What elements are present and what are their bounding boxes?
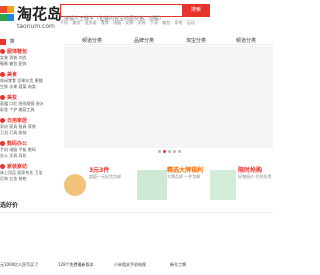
hotword-link[interactable]: 家电 (175, 20, 183, 25)
carousel-dot[interactable] (178, 150, 181, 153)
hotword-link[interactable]: 男装 (138, 20, 146, 25)
category-icon (0, 141, 5, 146)
category-sidebar: 服饰鞋包 女装 男装 内衣 鞋靴 箱包 配饰 美食 休闲零食 坚果炒货 果脯 生… (0, 48, 58, 198)
promo-card[interactable]: 3元3件 超值一元好货包邮 (64, 162, 121, 204)
hotword-link[interactable]: 手表 (150, 20, 158, 25)
promo-card[interactable]: 精选大牌福利 大牌品质 一件包邮 (137, 162, 203, 204)
site-header: 淘花岛 taonum.com 搜索 手机 美妆 连衣裙 零食 电脑 女装 男装 … (0, 0, 273, 36)
promo-subtitle: 好物低价 先到先得 (238, 174, 272, 179)
product-title[interactable]: 小米相关手机电视 (114, 262, 168, 267)
category-sub[interactable]: 卫浴 灯具 收纳 (0, 130, 58, 136)
category-icon (0, 118, 5, 123)
category-item[interactable]: 日用家居 家纺 家具 厨具 家装 卫浴 灯具 收纳 (0, 117, 58, 136)
promo-image (137, 170, 167, 200)
hero-banner[interactable] (64, 46, 273, 148)
section-title: 选好价 (0, 202, 19, 209)
tab-taobao[interactable]: 淘宝分类 (186, 37, 206, 44)
category-bar-label: 类 (9, 39, 15, 45)
hotword-link[interactable]: 美妆 (72, 20, 80, 25)
logo-name[interactable]: 淘花岛 (17, 3, 62, 24)
category-sub[interactable]: 灯饰 五金 装修 (0, 176, 58, 182)
promo-title: 3元3件 (89, 167, 110, 174)
category-item[interactable]: 家装家纺 床上用品 居家布艺 卫浴 灯饰 五金 装修 (0, 163, 58, 182)
carousel-dot-active[interactable] (163, 150, 166, 153)
promo-card[interactable]: 限时抢购 好物低价 先到先得 (210, 162, 271, 204)
category-name[interactable]: 日用家居 (7, 117, 27, 124)
promo-subtitle: 大牌品质 一件包邮 (167, 174, 201, 179)
channel-tabs: 频道分类 品牌分类 淘宝分类 频道分类 (64, 36, 273, 45)
carousel-dot[interactable] (158, 150, 161, 153)
category-icon (0, 164, 5, 169)
carousel-dots (158, 150, 198, 154)
logo-domain: taonum.com (17, 23, 55, 30)
hotword-link[interactable]: 箱包 (162, 20, 170, 25)
tab-channel-2[interactable]: 频道分类 (236, 37, 256, 44)
category-sub[interactable]: 办公 文具 耳机 (0, 153, 58, 159)
category-icon (0, 49, 5, 54)
promo-subtitle: 超值一元好货包邮 (89, 174, 121, 179)
category-icon (0, 95, 5, 100)
category-icon (0, 72, 5, 77)
search-button[interactable]: 搜索 (182, 4, 210, 17)
carousel-dot[interactable] (173, 150, 176, 153)
category-item[interactable]: 美食 休闲零食 坚果炒货 果脯 生鲜 水果 蔬菜 肉类 (0, 71, 58, 90)
product-title[interactable]: 新号工牌 (170, 262, 224, 267)
carousel-dot[interactable] (168, 150, 171, 153)
hotword-link[interactable]: 电脑 (113, 20, 121, 25)
promo-title: 限时抢购 (238, 167, 263, 174)
hotword-link[interactable]: 女装 (125, 20, 133, 25)
promo-image (64, 174, 86, 196)
product-title[interactable]: 128个免费最新版本 (58, 262, 112, 267)
section-divider (0, 212, 273, 213)
promo-title: 精选大牌福利 (167, 167, 204, 174)
category-item[interactable]: 美妆 面霜 口红 隐形眼镜 香水 彩妆 个护 美容工具 (0, 94, 58, 113)
hotword-link[interactable]: 连衣裙 (85, 20, 97, 25)
category-name[interactable]: 服饰鞋包 (7, 48, 27, 55)
hotword-link[interactable]: 运动 (187, 20, 195, 25)
category-sub[interactable]: 生鲜 水果 蔬菜 肉类 (0, 84, 58, 90)
promo-image (210, 170, 236, 200)
hotword-link[interactable]: 手机 (60, 20, 68, 25)
product-title[interactable]: 元1000亿人民币买了 (0, 262, 54, 267)
tab-brand[interactable]: 品牌分类 (134, 37, 154, 44)
category-sub[interactable]: 彩妆 个护 美容工具 (0, 107, 58, 113)
menu-icon (0, 38, 6, 45)
hotword-link[interactable]: 零食 (101, 20, 109, 25)
category-name[interactable]: 数码办公 (7, 140, 27, 147)
category-name[interactable]: 家装家纺 (7, 163, 27, 170)
hotword-list: 手机 美妆 连衣裙 零食 电脑 女装 男装 手表 箱包 家电 运动 (60, 20, 220, 26)
logo-icon[interactable] (0, 6, 14, 21)
search-box: 搜索 (60, 4, 210, 25)
category-item[interactable]: 数码办公 手机 电脑 平板 数码 办公 文具 耳机 (0, 140, 58, 159)
category-bar-title[interactable]: 类 (0, 38, 58, 46)
category-sub[interactable]: 鞋靴 箱包 配饰 (0, 61, 58, 67)
tab-channel[interactable]: 频道分类 (82, 37, 102, 44)
category-name[interactable]: 美食 (7, 71, 17, 78)
category-name[interactable]: 美妆 (7, 94, 17, 101)
category-item[interactable]: 服饰鞋包 女装 男装 内衣 鞋靴 箱包 配饰 (0, 48, 58, 67)
